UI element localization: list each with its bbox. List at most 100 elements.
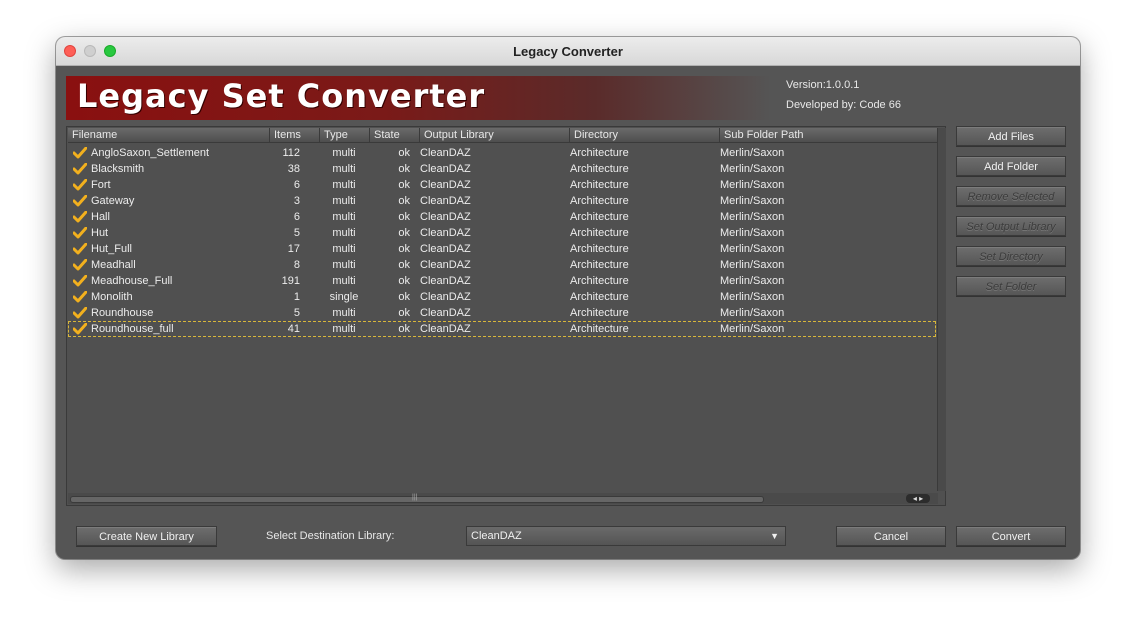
vertical-scrollbar[interactable]: [937, 128, 946, 491]
cell-state: ok: [398, 275, 410, 287]
cell-state: ok: [398, 195, 410, 207]
cell-filename: Monolith: [91, 291, 133, 303]
version-text: Version:1.0.0.1: [786, 79, 860, 91]
cell-subfolder: Merlin/Saxon: [720, 163, 785, 175]
column-type[interactable]: Type: [320, 128, 370, 143]
cell-subfolder: Merlin/Saxon: [720, 211, 785, 223]
cell-output: CleanDAZ: [420, 179, 471, 191]
cell-type: multi: [332, 323, 356, 335]
checkmark-icon[interactable]: [73, 259, 87, 271]
cell-state: ok: [398, 243, 410, 255]
cell-output: CleanDAZ: [420, 211, 471, 223]
cell-items: 1: [293, 291, 300, 303]
cell-output: CleanDAZ: [420, 307, 471, 319]
table-row[interactable]: Fort 6 multi ok CleanDAZ Architecture Merlin/S…: [68, 177, 936, 193]
cell-output: CleanDAZ: [420, 227, 471, 239]
cell-output: CleanDAZ: [420, 243, 471, 255]
cell-state: ok: [398, 163, 410, 175]
cell-type: multi: [332, 243, 356, 255]
checkmark-icon[interactable]: [73, 227, 87, 239]
cell-output: CleanDAZ: [420, 291, 471, 303]
table-row[interactable]: Monolith 1 single ok CleanDAZ Architecture Mer…: [68, 289, 936, 305]
cell-state: ok: [398, 291, 410, 303]
table-header: Filename Items Type State Output Library…: [68, 128, 938, 143]
column-output-library[interactable]: Output Library: [420, 128, 570, 143]
app-banner: Legacy Set Converter: [66, 76, 771, 120]
cell-items: 41: [287, 323, 300, 335]
table-row[interactable]: Hall 6 multi ok CleanDAZ Architecture Merlin/S…: [68, 209, 936, 225]
destination-label: Select Destination Library:: [266, 530, 395, 542]
cell-subfolder: Merlin/Saxon: [720, 259, 785, 271]
cell-type: multi: [332, 307, 356, 319]
scroll-arrows-icon[interactable]: ◂ ▸: [906, 494, 930, 503]
set-output-library-button[interactable]: Set Output Library: [956, 216, 1066, 236]
checkmark-icon[interactable]: [73, 179, 87, 191]
destination-value: CleanDAZ: [471, 530, 522, 542]
cell-filename: Roundhouse: [91, 307, 154, 319]
checkmark-icon[interactable]: [73, 211, 87, 223]
cell-type: multi: [332, 147, 356, 159]
table-row[interactable]: Gateway 3 multi ok CleanDAZ Architecture Merli…: [68, 193, 936, 209]
checkmark-icon[interactable]: [73, 275, 87, 287]
window-title: Legacy Converter: [513, 44, 623, 59]
column-state[interactable]: State: [370, 128, 420, 143]
destination-library-select[interactable]: CleanDAZ ▼: [466, 526, 786, 546]
table-row[interactable]: Meadhall 8 multi ok CleanDAZ Architecture Merl…: [68, 257, 936, 273]
checkmark-icon[interactable]: [73, 147, 87, 159]
cell-state: ok: [398, 147, 410, 159]
create-new-library-button[interactable]: Create New Library: [76, 526, 217, 546]
horizontal-scrollbar[interactable]: ||| ◂ ▸: [68, 493, 938, 504]
column-sub-folder-path[interactable]: Sub Folder Path: [720, 128, 938, 143]
checkmark-icon[interactable]: [73, 291, 87, 303]
remove-selected-button[interactable]: Remove Selected: [956, 186, 1066, 206]
cell-subfolder: Merlin/Saxon: [720, 307, 785, 319]
cell-items: 5: [293, 307, 300, 319]
table-row[interactable]: Hut_Full 17 multi ok CleanDAZ Architecture Mer…: [68, 241, 936, 257]
table-row[interactable]: Blacksmith 38 multi ok CleanDAZ Architecture M…: [68, 161, 936, 177]
table-row[interactable]: Roundhouse 5 multi ok CleanDAZ Architecture Me…: [68, 305, 936, 321]
column-items[interactable]: Items: [270, 128, 320, 143]
convert-button[interactable]: Convert: [956, 526, 1066, 546]
cell-items: 17: [287, 243, 300, 255]
cell-items: 6: [293, 179, 300, 191]
checkmark-icon[interactable]: [73, 307, 87, 319]
cell-items: 38: [287, 163, 300, 175]
legacy-converter-window: Legacy Converter Legacy Set Converter Ve…: [56, 37, 1080, 559]
cell-directory: Architecture: [570, 259, 629, 271]
add-files-button[interactable]: Add Files: [956, 126, 1066, 146]
cell-type: multi: [332, 275, 356, 287]
checkmark-icon[interactable]: [73, 195, 87, 207]
cell-items: 6: [293, 211, 300, 223]
set-directory-button[interactable]: Set Directory: [956, 246, 1066, 266]
table-row[interactable]: Hut 5 multi ok CleanDAZ Architecture Merlin/Sa…: [68, 225, 936, 241]
cell-filename: Roundhouse_full: [91, 323, 174, 335]
cell-directory: Architecture: [570, 147, 629, 159]
cell-directory: Architecture: [570, 291, 629, 303]
cell-filename: Hall: [91, 211, 110, 223]
set-folder-button[interactable]: Set Folder: [956, 276, 1066, 296]
column-directory[interactable]: Directory: [570, 128, 720, 143]
cancel-button[interactable]: Cancel: [836, 526, 946, 546]
cell-items: 112: [282, 147, 300, 159]
cell-directory: Architecture: [570, 243, 629, 255]
checkmark-icon[interactable]: [73, 243, 87, 255]
cell-items: 5: [293, 227, 300, 239]
cell-output: CleanDAZ: [420, 275, 471, 287]
checkmark-icon[interactable]: [73, 323, 87, 335]
cell-type: multi: [332, 259, 356, 271]
cell-subfolder: Merlin/Saxon: [720, 323, 785, 335]
cell-directory: Architecture: [570, 195, 629, 207]
table-row[interactable]: AngloSaxon_Settlement 112 multi ok CleanDAZ A…: [68, 145, 936, 161]
cell-type: multi: [332, 163, 356, 175]
checkmark-icon[interactable]: [73, 163, 87, 175]
cell-subfolder: Merlin/Saxon: [720, 179, 785, 191]
add-folder-button[interactable]: Add Folder: [956, 156, 1066, 176]
table-row[interactable]: Meadhouse_Full 191 multi ok CleanDAZ Architec…: [68, 273, 936, 289]
cell-type: multi: [332, 211, 356, 223]
cell-output: CleanDAZ: [420, 195, 471, 207]
table-row[interactable]: Roundhouse_full 41 multi ok CleanDAZ Architec…: [68, 321, 936, 337]
cell-directory: Architecture: [570, 227, 629, 239]
cell-state: ok: [398, 323, 410, 335]
column-filename[interactable]: Filename: [68, 128, 270, 143]
cell-filename: Gateway: [91, 195, 135, 207]
